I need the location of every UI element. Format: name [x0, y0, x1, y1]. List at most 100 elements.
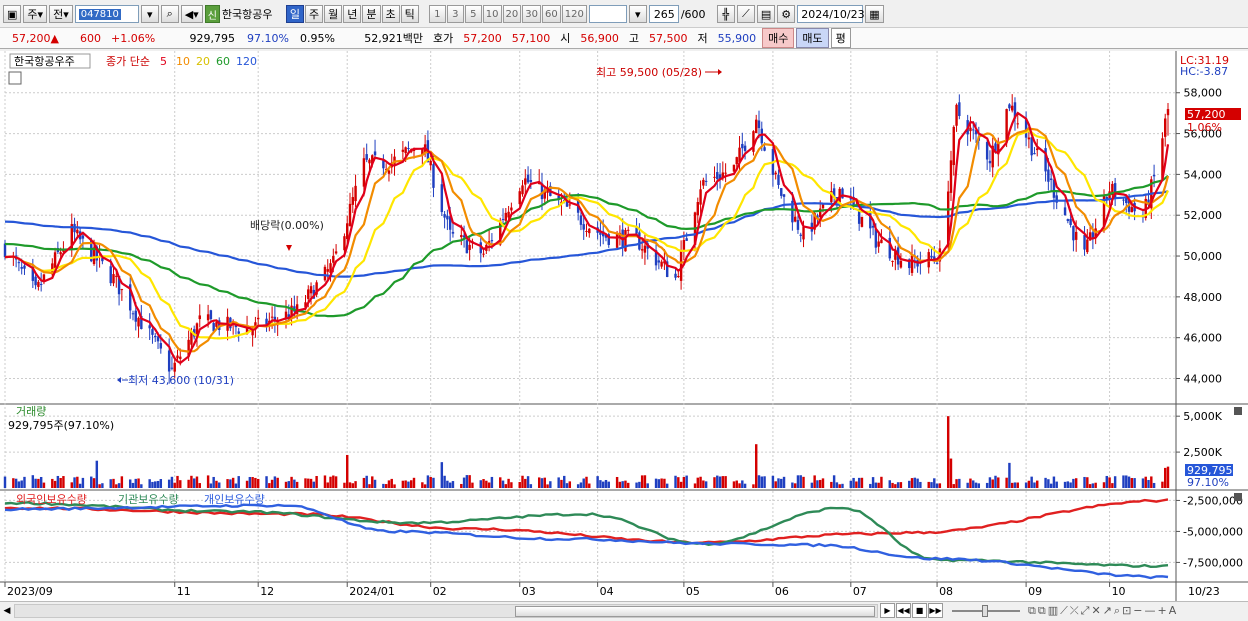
zoom-in-icon[interactable]: + — [1158, 604, 1167, 618]
copy-icon[interactable]: ⧉ — [1038, 604, 1046, 618]
volume-bar — [179, 480, 182, 488]
candle — [446, 215, 449, 220]
line-icon[interactable]: — — [1145, 604, 1156, 618]
interval-button-1[interactable]: 1 — [428, 5, 446, 23]
count-input[interactable]: 265 — [648, 5, 679, 23]
compare-icon[interactable]: ⟋ — [1060, 604, 1068, 618]
magnify-icon[interactable]: ⌕ — [1114, 604, 1120, 618]
quote-high: 57,500 — [649, 31, 688, 45]
quote-amount: 52,921백만 — [364, 32, 423, 45]
scroll-track[interactable] — [14, 603, 878, 618]
scroll-thumb[interactable] — [515, 605, 875, 617]
volume-bar — [287, 481, 291, 488]
volume-bar — [131, 482, 135, 488]
candle — [716, 172, 719, 180]
zoom-in-region-icon[interactable]: ⤢ — [1081, 604, 1090, 618]
candle — [490, 240, 494, 242]
prev-button[interactable]: 전 ▾ — [49, 5, 73, 23]
volume-bar — [460, 483, 463, 488]
week-button[interactable]: 주 ▾ — [23, 5, 48, 23]
interval-button-5[interactable]: 5 — [464, 5, 482, 23]
interval-button-20[interactable]: 20 — [502, 5, 522, 23]
volume-bar — [568, 481, 572, 488]
zoom-knob[interactable] — [982, 605, 988, 617]
window-icon[interactable]: ▣ — [3, 5, 22, 23]
pointer-icon[interactable]: ↗ — [1103, 604, 1112, 618]
volume-bar — [34, 478, 37, 488]
search-icon[interactable]: ⌕ — [160, 5, 179, 23]
volume-bar — [501, 480, 505, 488]
volume-bar — [585, 476, 588, 488]
layout-icon[interactable]: ⧉ — [1028, 604, 1036, 618]
volume-bar — [702, 480, 705, 488]
forward-icon[interactable]: ▶▶ — [928, 603, 943, 618]
gear-icon[interactable]: ⚙ — [777, 5, 796, 23]
volume-bar — [563, 475, 566, 488]
chart-scrollbar[interactable]: ◀ ▶ ◀◀ ■ ▶▶ ⧉ ⧉ ▥ ⟋ ⤫ ⤢ ✕ ↗ ⌕ ⊡ − — + A — [0, 601, 1248, 619]
code-input[interactable]: 047810 — [74, 5, 139, 23]
volume-bar — [899, 482, 903, 488]
candle — [59, 252, 62, 255]
period-tab-3[interactable]: 년 — [343, 5, 362, 23]
volume-bar — [1044, 477, 1047, 488]
draw-icon[interactable]: ⟋ — [736, 5, 755, 23]
table-icon[interactable] — [8, 71, 22, 85]
candle — [860, 216, 864, 227]
period-tab-6[interactable]: 틱 — [400, 5, 419, 23]
interval-button-120[interactable]: 120 — [561, 5, 587, 23]
period-tab-0[interactable]: 일 — [285, 5, 305, 23]
period-tab-4[interactable]: 분 — [362, 5, 381, 23]
high-annotation: 최고 59,500 (05/28) — [596, 66, 702, 79]
calendar-icon[interactable]: ▦ — [865, 5, 884, 23]
volume-bar — [802, 476, 805, 488]
interval-input[interactable] — [588, 5, 627, 23]
volume-bar — [362, 477, 366, 488]
interval-button-10[interactable]: 10 — [482, 5, 502, 23]
interval-dropdown-icon[interactable]: ▾ — [628, 5, 647, 23]
interval-button-30[interactable]: 30 — [522, 5, 541, 23]
candle — [115, 275, 118, 277]
flat-button[interactable]: 평 — [830, 28, 851, 48]
volume-bar — [643, 475, 647, 488]
volume-bar — [293, 479, 296, 488]
period-icon[interactable]: ⤫ — [1070, 604, 1079, 618]
period-tab-2[interactable]: 월 — [324, 5, 343, 23]
volume-bar — [1166, 466, 1170, 488]
scroll-right-icon[interactable]: ▶ — [880, 603, 895, 618]
scroll-left-icon[interactable]: ◀ — [0, 603, 14, 619]
rewind-icon[interactable]: ◀◀ — [896, 603, 911, 618]
dividend-annotation: 배당락(0.00%) — [250, 219, 324, 232]
volume-bar — [537, 477, 541, 488]
sell-button[interactable]: 매도 — [796, 28, 829, 48]
volume-bar — [543, 477, 546, 488]
volume-bar — [209, 483, 213, 488]
volume-bar — [510, 482, 513, 488]
zoom-out-icon[interactable]: − — [1133, 604, 1142, 618]
code-dropdown-icon[interactable]: ▾ — [140, 5, 159, 23]
interval-button-3[interactable]: 3 — [446, 5, 464, 23]
volume-bar — [12, 478, 15, 488]
split-icon[interactable]: ▥ — [1048, 604, 1058, 618]
candle-icon[interactable]: ╬ — [716, 5, 735, 23]
period-tab-5[interactable]: 초 — [381, 5, 400, 23]
interval-button-60[interactable]: 60 — [541, 5, 561, 23]
volume-bar — [70, 482, 73, 488]
date-input[interactable]: 2024/10/23 — [797, 5, 865, 23]
stop-icon[interactable]: ■ — [912, 603, 927, 618]
candle — [660, 261, 663, 267]
cross-icon[interactable]: ✕ — [1091, 604, 1100, 618]
zoom-out-region-icon[interactable]: ⊡ — [1122, 604, 1131, 618]
volume-bar — [332, 475, 335, 488]
font-icon[interactable]: A — [1169, 604, 1177, 618]
stock-chart[interactable]: 58,00056,00054,00052,00050,00048,00046,0… — [0, 51, 1248, 601]
period-tab-1[interactable]: 주 — [305, 5, 324, 23]
price-chart-title: 한국항공우주 — [14, 55, 75, 68]
volume-bar — [1047, 479, 1050, 488]
save-icon[interactable]: ▤ — [756, 5, 776, 23]
candle — [154, 335, 157, 338]
buy-button[interactable]: 매수 — [762, 28, 795, 48]
volume-bar — [1049, 483, 1053, 488]
speaker-icon[interactable]: ◀▾ — [180, 5, 203, 23]
volume-bar — [601, 481, 605, 488]
volume-bar — [757, 475, 761, 488]
